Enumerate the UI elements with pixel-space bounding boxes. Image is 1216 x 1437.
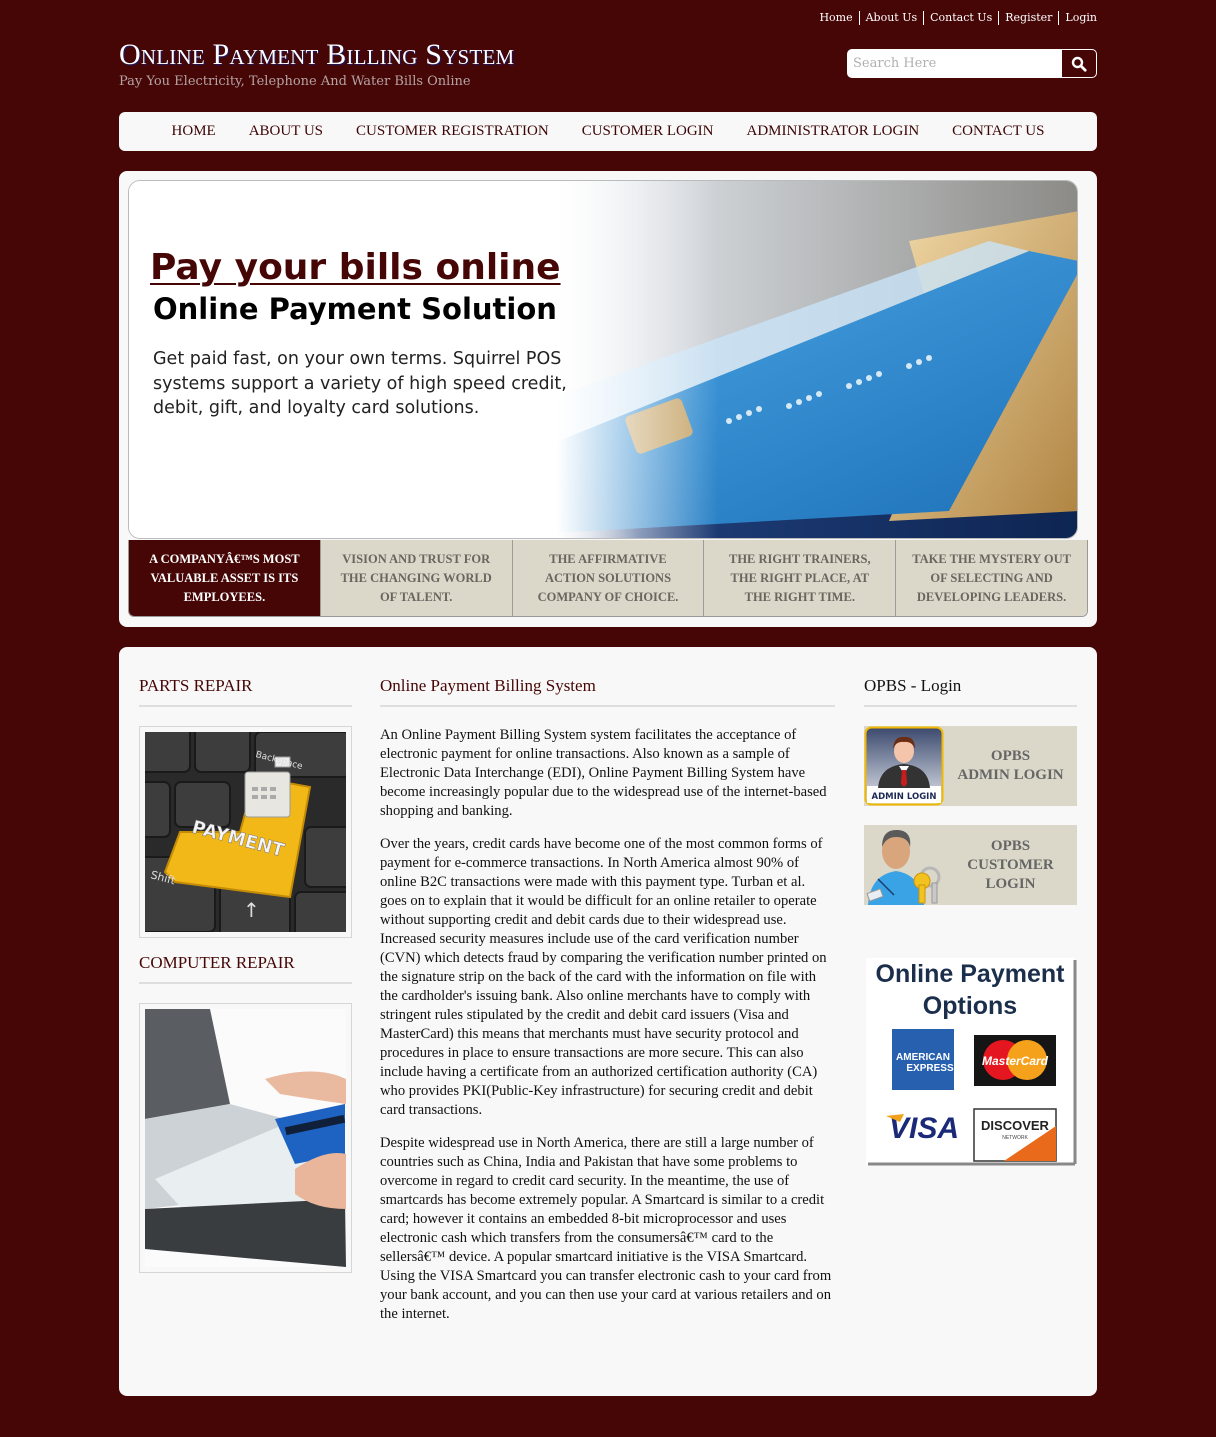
banner-description: Get paid fast, on your own terms. Squirr…	[153, 349, 567, 418]
article-body: An Online Payment Billing System system …	[380, 726, 835, 1324]
main-column: Online Payment Billing System An Online …	[380, 647, 835, 1324]
computer-repair-heading: COMPUTER REPAIR	[139, 938, 352, 984]
nav-customer-registration[interactable]: CUSTOMER REGISTRATION	[356, 123, 549, 140]
banner-text: Pay your bills online Online Payment Sol…	[150, 247, 593, 421]
banner-subtitle: Online Payment Solution	[153, 289, 559, 329]
top-link-about-us[interactable]: About Us	[858, 11, 924, 25]
amex-logo: AMERICAN EXPRESS	[892, 1029, 954, 1090]
main-heading: Online Payment Billing System	[380, 647, 835, 707]
payment-keyboard-image: PAYMENT Backspace Shift ↑	[145, 732, 346, 932]
article-paragraph: Despite widespread use in North America,…	[380, 1135, 832, 1322]
top-links: Home About Us Contact Us Register Login	[813, 11, 1097, 25]
search-button[interactable]	[1062, 50, 1096, 77]
top-link-login[interactable]: Login	[1058, 11, 1097, 25]
slider-tab-2[interactable]: VISION AND TRUST FOR THE CHANGING WORLD …	[319, 540, 512, 616]
site-logo[interactable]: Online Payment Billing System Pay You El…	[119, 38, 514, 89]
article-paragraph: An Online Payment Billing System system …	[380, 727, 827, 819]
hero-banner[interactable]: Pay your bills online Online Payment Sol…	[128, 180, 1078, 539]
customer-login-button[interactable]: OPBS CUSTOMER LOGIN	[864, 825, 1077, 905]
customer-login-label: OPBS CUSTOMER LOGIN	[967, 837, 1054, 892]
left-column: PARTS REPAIR PAYMENT Backspace Shift ↑ C…	[139, 647, 352, 1273]
mastercard-logo: MasterCard	[974, 1035, 1056, 1086]
site-tagline: Pay You Electricity, Telephone And Water…	[119, 74, 471, 89]
computer-repair-image-frame[interactable]	[139, 1003, 352, 1273]
top-link-register[interactable]: Register	[998, 11, 1058, 25]
slider-tab-1[interactable]: A COMPANYÂ€™S MOST VALUABLE ASSET IS ITS…	[129, 540, 320, 616]
main-nav: HOME ABOUT US CUSTOMER REGISTRATION CUST…	[119, 112, 1097, 151]
nav-home[interactable]: HOME	[172, 123, 216, 140]
svg-text:EXPRESS: EXPRESS	[906, 1063, 954, 1074]
payment-options-title-2: Options	[923, 992, 1017, 1020]
slider-tab-3[interactable]: THE AFFIRMATIVE ACTION SOLUTIONS COMPANY…	[511, 540, 704, 616]
search-box	[847, 49, 1097, 78]
search-icon	[1071, 56, 1087, 72]
nav-about-us[interactable]: ABOUT US	[249, 123, 323, 140]
slider-panel: Pay your bills online Online Payment Sol…	[119, 171, 1097, 627]
search-input[interactable]	[848, 50, 1062, 77]
svg-text:NETWORK: NETWORK	[1002, 1135, 1028, 1141]
customer-key-icon	[866, 829, 941, 905]
svg-text:DISCOVER: DISCOVER	[981, 1118, 1050, 1133]
payment-options-image: Online Payment Options AMERICAN EXPRESS …	[866, 958, 1077, 1166]
svg-text:↑: ↑	[243, 898, 260, 922]
svg-text:MasterCard: MasterCard	[982, 1054, 1049, 1068]
discover-logo: DISCOVER NETWORK	[973, 1108, 1057, 1162]
admin-login-label: OPBS ADMIN LOGIN	[957, 748, 1064, 783]
article-paragraph: Over the years, credit cards have become…	[380, 836, 827, 1118]
admin-user-icon: ADMIN LOGIN	[864, 726, 944, 806]
admin-icon-caption: ADMIN LOGIN	[872, 792, 937, 802]
slider-tab-4[interactable]: THE RIGHT TRAINERS, THE RIGHT PLACE, AT …	[703, 540, 896, 616]
banner-title: Pay your bills online	[150, 247, 561, 288]
right-column: OPBS - Login ADMIN LOGIN OPBS ADMIN LOGI…	[864, 647, 1077, 1170]
visa-logo: VISA	[886, 1112, 959, 1145]
nav-contact-us[interactable]: CONTACT US	[952, 123, 1044, 140]
slider-tabs: A COMPANYÂ€™S MOST VALUABLE ASSET IS ITS…	[128, 540, 1088, 617]
nav-administrator-login[interactable]: ADMINISTRATOR LOGIN	[747, 123, 920, 140]
site-title: Online Payment Billing System	[119, 38, 515, 71]
login-heading: OPBS - Login	[864, 647, 1077, 707]
top-link-contact-us[interactable]: Contact Us	[923, 11, 998, 25]
admin-login-button[interactable]: ADMIN LOGIN OPBS ADMIN LOGIN	[864, 726, 1077, 806]
top-link-home[interactable]: Home	[813, 11, 858, 25]
payment-options-title-1: Online Payment	[876, 960, 1066, 988]
slider-tab-5[interactable]: TAKE THE MYSTERY OUT OF SELECTING AND DE…	[895, 540, 1087, 616]
laptop-credit-card-image	[145, 1009, 346, 1267]
content-panel: PARTS REPAIR PAYMENT Backspace Shift ↑ C…	[119, 647, 1097, 1396]
nav-customer-login[interactable]: CUSTOMER LOGIN	[582, 123, 714, 140]
parts-repair-heading: PARTS REPAIR	[139, 647, 352, 707]
svg-text:AMERICAN: AMERICAN	[896, 1052, 950, 1063]
parts-repair-image-frame[interactable]: PAYMENT Backspace Shift ↑	[139, 726, 352, 938]
